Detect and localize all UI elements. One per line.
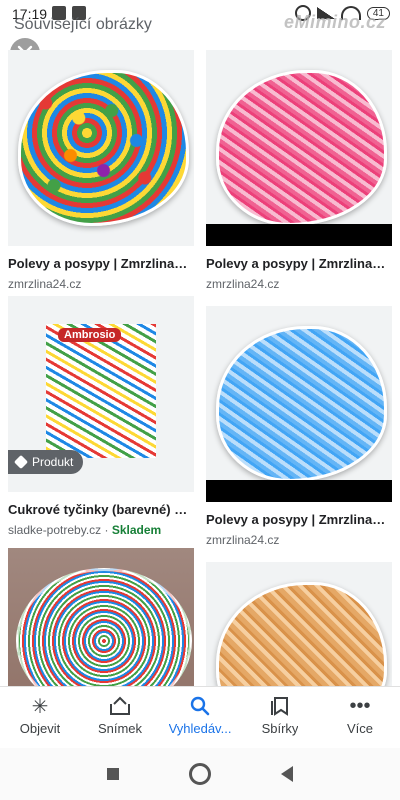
result-image[interactable] — [8, 50, 194, 246]
section-title: Související obrázky — [14, 16, 152, 33]
result-source: sladke-potreby.cz · Skladem — [8, 523, 194, 537]
snapshot-icon — [108, 695, 132, 717]
result-title[interactable]: Polevy a posypy | Zmrzlina24.... — [206, 256, 392, 271]
nav-snapshot[interactable]: Snímek — [80, 687, 160, 749]
nav-more[interactable]: ••• Více — [320, 687, 400, 749]
nav-search[interactable]: Vyhledáv... — [160, 687, 240, 749]
recents-button[interactable] — [107, 768, 119, 780]
result-card[interactable]: Polevy a posypy | Zmrzlina24.... zmrzlin… — [8, 50, 194, 291]
nav-discover[interactable]: ✳ Objevit — [0, 687, 80, 749]
collections-icon — [268, 695, 292, 717]
tag-icon — [13, 454, 29, 470]
search-icon — [188, 695, 212, 717]
result-source-domain: sladke-potreby.cz — [8, 523, 102, 537]
result-title[interactable]: Polevy a posypy | Zmrzlina24.... — [8, 256, 194, 271]
system-navigation-bar — [0, 748, 400, 800]
result-image[interactable] — [206, 306, 392, 502]
bottom-navigation: ✳ Objevit Snímek Vyhledáv... Sbírky ••• … — [0, 686, 400, 749]
result-source: zmrzlina24.cz — [8, 277, 82, 291]
asterisk-icon: ✳ — [31, 695, 49, 718]
back-button[interactable] — [281, 766, 293, 782]
result-card[interactable]: Polevy a posypy | Zmrzlina24.... zmrzlin… — [206, 306, 392, 547]
result-source: zmrzlina24.cz — [206, 533, 280, 547]
nav-collections[interactable]: Sbírky — [240, 687, 320, 749]
more-icon: ••• — [349, 694, 371, 717]
result-title[interactable]: Cukrové tyčinky (barevné) 1 k... — [8, 502, 194, 517]
product-badge: Produkt — [8, 450, 84, 474]
watermark: eMimino.cz — [283, 12, 386, 32]
stock-status: Skladem — [111, 523, 162, 537]
product-bag: Ambrosio — [46, 324, 156, 458]
result-card[interactable]: Polevy a posypy | Zmrzlina24.... zmrzlin… — [206, 50, 392, 291]
source-separator: · — [101, 523, 112, 537]
result-image[interactable]: Ambrosio Produkt — [8, 296, 194, 492]
result-title[interactable]: Polevy a posypy | Zmrzlina24.... — [206, 512, 392, 527]
result-image[interactable] — [206, 50, 392, 246]
brand-label: Ambrosio — [58, 328, 122, 342]
product-badge-label: Produkt — [32, 455, 74, 469]
result-source: zmrzlina24.cz — [206, 277, 280, 291]
result-card[interactable]: Ambrosio Produkt Cukrové tyčinky (barevn… — [8, 296, 194, 537]
home-button[interactable] — [189, 763, 211, 785]
